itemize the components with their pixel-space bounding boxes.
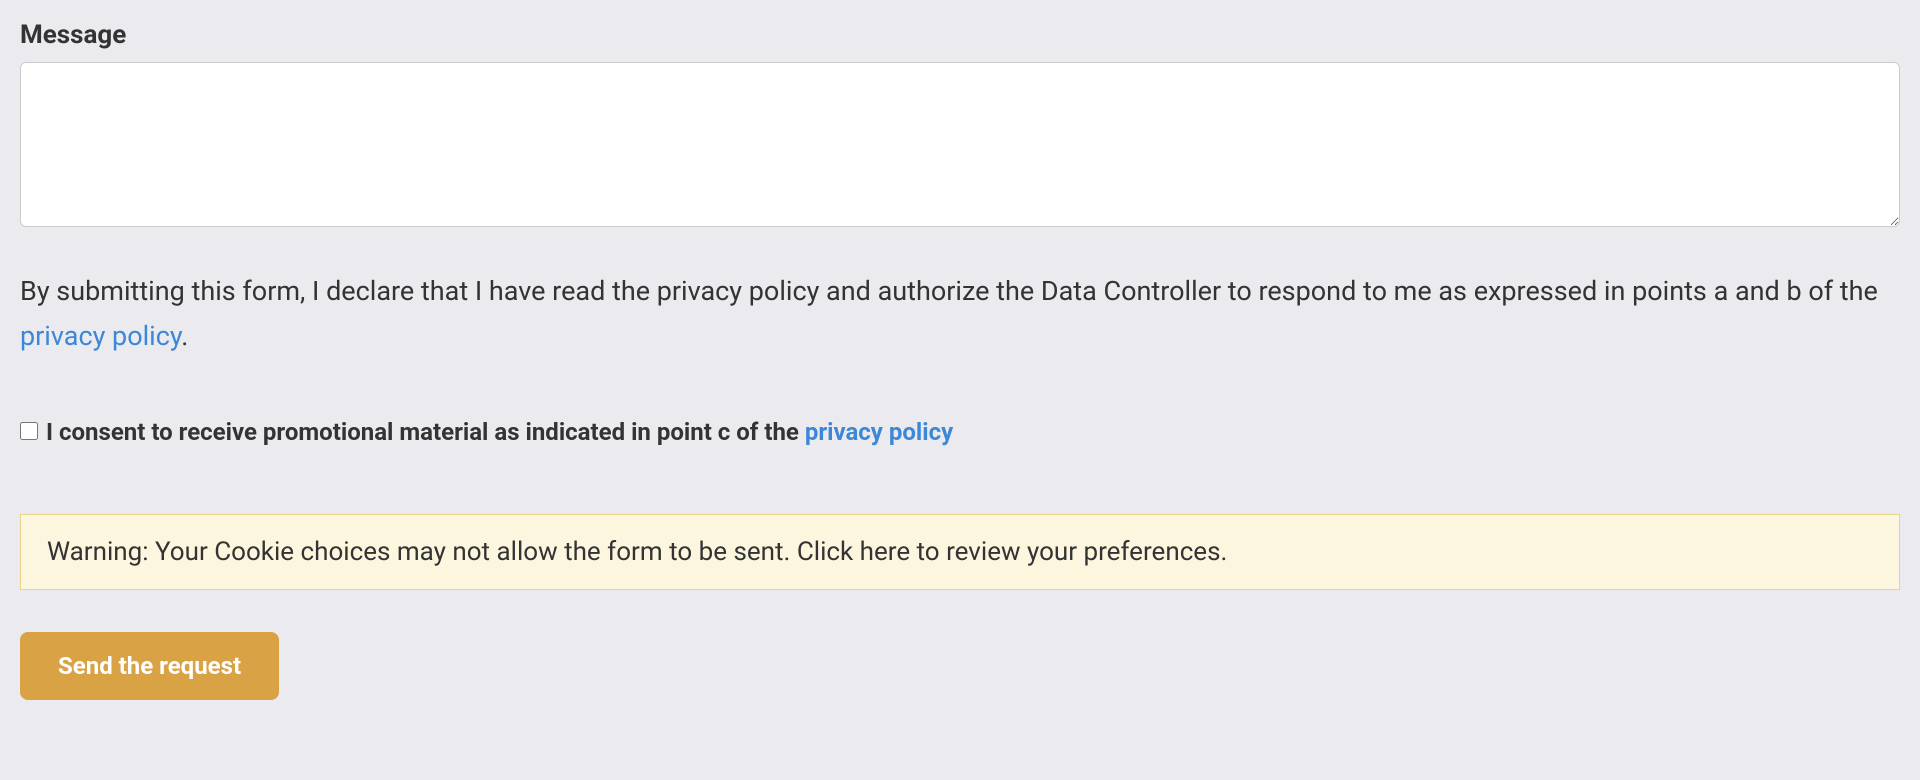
- consent-label: I consent to receive promotional materia…: [46, 418, 953, 446]
- consent-text-before: I consent to receive promotional materia…: [46, 418, 805, 446]
- declaration-paragraph: By submitting this form, I declare that …: [20, 269, 1900, 358]
- declaration-text-before: By submitting this form, I declare that …: [20, 275, 1878, 307]
- consent-privacy-link[interactable]: privacy policy: [805, 418, 953, 446]
- message-textarea[interactable]: [20, 62, 1900, 227]
- privacy-policy-link[interactable]: privacy policy: [20, 320, 181, 352]
- declaration-text-after: .: [181, 320, 188, 352]
- cookie-warning-box[interactable]: Warning: Your Cookie choices may not all…: [20, 514, 1900, 590]
- message-label: Message: [20, 20, 1900, 50]
- send-request-button[interactable]: Send the request: [20, 632, 279, 700]
- contact-form: Message By submitting this form, I decla…: [20, 20, 1900, 700]
- consent-row: I consent to receive promotional materia…: [20, 418, 1900, 446]
- consent-checkbox[interactable]: [20, 422, 38, 440]
